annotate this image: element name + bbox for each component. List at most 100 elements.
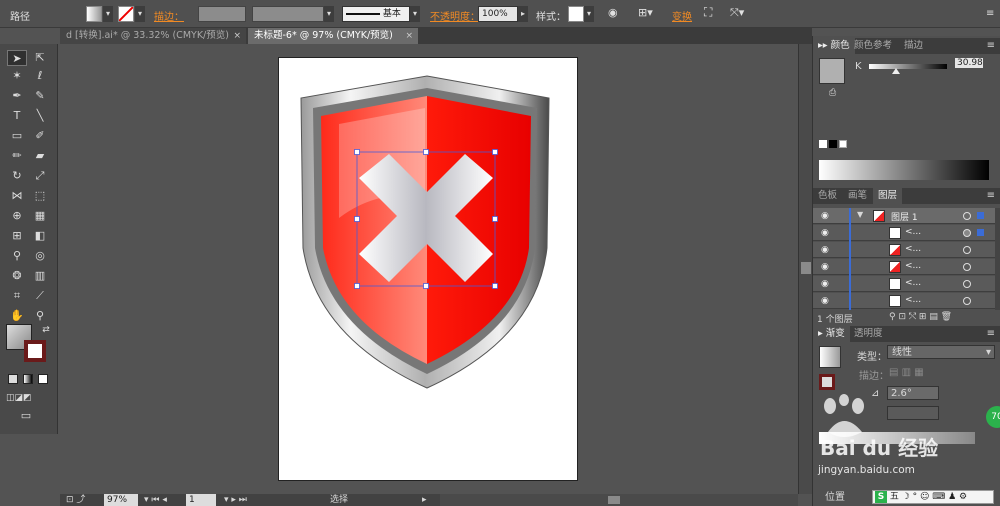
prev-artboard-icon[interactable]: ▾ ⏮ ◂ — [144, 494, 167, 506]
screen-mode-icon[interactable]: ▭ — [16, 408, 36, 424]
stroke-weight-field[interactable] — [198, 6, 246, 22]
target-icon[interactable] — [963, 229, 971, 237]
symbol-sprayer-tool-icon[interactable]: ❂ — [7, 268, 27, 284]
out-of-gamut-icon[interactable]: ⎙ — [829, 88, 836, 98]
direct-selection-tool-icon[interactable]: ⇱ — [30, 50, 50, 66]
stroke-label[interactable]: 描边： — [154, 8, 184, 23]
target-icon[interactable] — [963, 212, 971, 220]
eyedropper-tool-icon[interactable]: ⚲ — [7, 248, 27, 264]
gradient-type-dropdown[interactable]: 线性 ▾ — [887, 345, 995, 359]
target-icon[interactable] — [963, 280, 971, 288]
eraser-tool-icon[interactable]: ▰ — [30, 148, 50, 164]
panel-menu-icon[interactable]: ≡ — [987, 328, 995, 339]
eye-icon[interactable]: ◉ — [821, 228, 829, 238]
tab-swatches[interactable]: 色板 — [813, 188, 842, 204]
gradient-preview-swatch[interactable] — [819, 346, 841, 368]
tab-color-guide[interactable]: 颜色参考 — [849, 38, 897, 54]
close-icon[interactable]: × — [233, 28, 241, 44]
stroke-gradient-options-icon[interactable]: ▤ ▥ ▦ — [889, 367, 924, 378]
gradient-tool-icon[interactable]: ◧ — [30, 228, 50, 244]
rotate-tool-icon[interactable]: ↻ — [7, 168, 27, 184]
black-swatch[interactable] — [829, 140, 837, 148]
ime-status-icons[interactable]: 五 ☽ ° ☺ ⌨ ♟ ⚙ — [890, 492, 967, 502]
perspective-grid-tool-icon[interactable]: ▦ — [30, 208, 50, 224]
slice-tool-icon[interactable]: ⟋ — [30, 288, 50, 304]
stroke-swatch[interactable] — [118, 6, 134, 22]
panel-menu-icon[interactable]: ≡ — [987, 190, 995, 201]
graphic-style-swatch[interactable] — [568, 6, 584, 22]
color-preview-swatch[interactable] — [819, 58, 845, 84]
column-graph-tool-icon[interactable]: ▥ — [30, 268, 50, 284]
page-field[interactable]: 1 — [186, 494, 216, 506]
tab-document-2[interactable]: 未标题-6* @ 97% (CMYK/预览) × — [248, 28, 418, 44]
artboard[interactable] — [278, 57, 578, 481]
eye-icon[interactable]: ◉ — [821, 262, 829, 272]
tab-gradient[interactable]: ▸ 渐变 — [813, 326, 850, 342]
panel-menu-icon[interactable]: ≡ — [987, 40, 995, 51]
curvature-tool-icon[interactable]: ✎ — [30, 88, 50, 104]
stroke-dropdown-icon[interactable]: ▾ — [135, 6, 145, 22]
paintbrush-tool-icon[interactable]: ✐ — [30, 128, 50, 144]
color-spectrum[interactable] — [819, 160, 989, 180]
expand-triangle-icon[interactable]: ▼ — [857, 210, 863, 219]
graphic-style-arrow-icon[interactable]: ▾ — [584, 6, 594, 22]
lasso-tool-icon[interactable]: ℓ — [30, 68, 50, 84]
align-icon[interactable]: ⊞▾ — [638, 6, 653, 19]
none-swatch[interactable] — [819, 140, 827, 148]
tab-document-1[interactable]: d [转换].ai* @ 33.32% (CMYK/预览) × — [60, 28, 246, 44]
eye-icon[interactable]: ◉ — [821, 245, 829, 255]
tab-brushes[interactable]: 画笔 — [843, 188, 872, 204]
line-tool-icon[interactable]: ╲ — [30, 108, 50, 124]
scale-tool-icon[interactable]: ⤢ — [30, 168, 50, 184]
layer-row[interactable]: ◉ <... — [813, 293, 995, 309]
tab-transparency[interactable]: 透明度 — [849, 326, 888, 342]
brush-style-arrow-icon[interactable]: ▾ — [410, 6, 420, 22]
gradient-mode-icon[interactable] — [23, 374, 33, 384]
magic-wand-tool-icon[interactable]: ✶ — [7, 68, 27, 84]
transform-label[interactable]: 变换 — [672, 8, 692, 23]
status-arrow-icon[interactable]: ▸ — [422, 494, 427, 506]
variable-width-dropdown[interactable] — [252, 6, 324, 22]
layer-row[interactable]: ◉ <... — [813, 225, 995, 241]
type-tool-icon[interactable]: T — [7, 108, 27, 124]
eye-icon[interactable]: ◉ — [821, 279, 829, 289]
opacity-label[interactable]: 不透明度： — [430, 8, 480, 23]
slider-thumb-icon[interactable] — [892, 68, 900, 74]
canvas[interactable] — [60, 44, 798, 494]
layer-actions-icon[interactable]: ⚲ ⊡ ⤲ ⊞ ▤ 🗑 — [889, 312, 952, 322]
zoom-field[interactable]: 97% — [104, 494, 138, 506]
close-icon[interactable]: × — [405, 28, 413, 44]
artboard-tool-icon[interactable]: ⌗ — [7, 288, 27, 304]
width-tool-icon[interactable]: ⋈ — [7, 188, 27, 204]
fill-swatch[interactable] — [86, 6, 102, 22]
k-slider[interactable] — [869, 64, 947, 69]
layer-row[interactable]: ◉ ▼ 图层 1 — [813, 208, 995, 224]
layer-row[interactable]: ◉ <... — [813, 259, 995, 275]
vertical-scrollbar[interactable] — [798, 44, 812, 494]
brush-style-dropdown[interactable]: 基本 — [342, 6, 410, 22]
opacity-field[interactable]: 100% — [478, 6, 518, 22]
next-artboard-icon[interactable]: ▾ ▸ ⏭ — [224, 494, 247, 506]
mesh-tool-icon[interactable]: ⊞ — [7, 228, 27, 244]
target-icon[interactable] — [963, 246, 971, 254]
target-icon[interactable] — [963, 297, 971, 305]
rectangle-tool-icon[interactable]: ▭ — [7, 128, 27, 144]
none-mode-icon[interactable] — [38, 374, 48, 384]
ime-toolbar[interactable]: S 五 ☽ ° ☺ ⌨ ♟ ⚙ — [872, 490, 994, 504]
layer-row[interactable]: ◉ <... — [813, 276, 995, 292]
opacity-arrow-icon[interactable]: ▸ — [518, 6, 528, 22]
horizontal-scrollbar[interactable] — [440, 494, 798, 506]
layer-row[interactable]: ◉ <... — [813, 242, 995, 258]
target-icon[interactable] — [963, 263, 971, 271]
stroke-color-box[interactable] — [24, 340, 46, 362]
white-swatch[interactable] — [839, 140, 847, 148]
eye-icon[interactable]: ◉ — [821, 211, 829, 221]
scroll-thumb[interactable] — [608, 496, 620, 504]
hand-tool-icon[interactable]: ✋ — [7, 308, 27, 324]
isolate-icon[interactable]: ⛶ — [704, 5, 712, 20]
artboard-nav-icon[interactable]: ⊡ ⤴ — [66, 494, 85, 506]
control-menu-icon[interactable]: ≡ — [986, 8, 994, 19]
free-transform-tool-icon[interactable]: ⬚ — [30, 188, 50, 204]
recolor-icon[interactable]: ◉ — [608, 6, 618, 19]
layers-scrollbar[interactable] — [995, 208, 1000, 310]
